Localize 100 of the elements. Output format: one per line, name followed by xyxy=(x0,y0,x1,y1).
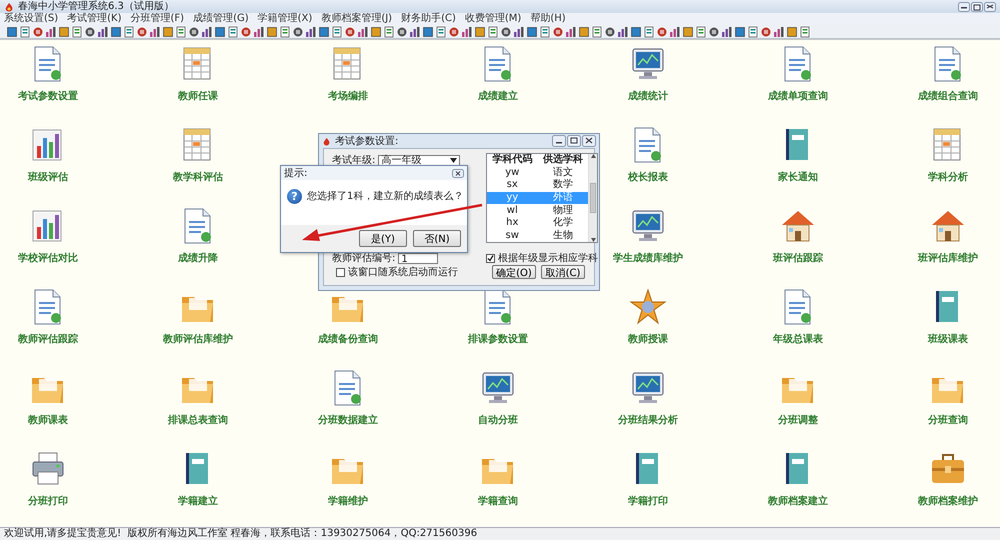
toolbar-button[interactable] xyxy=(604,26,616,38)
toolbar-button[interactable] xyxy=(708,26,720,38)
launcher-item[interactable]: 教师课表 xyxy=(28,369,68,427)
toolbar-button[interactable] xyxy=(292,26,304,38)
launcher-item[interactable]: 排课总表查询 xyxy=(168,369,228,427)
launcher-item[interactable]: 成绩升降 xyxy=(178,207,218,265)
list-row[interactable]: sw 生物 xyxy=(487,229,588,242)
launcher-item[interactable]: 班评估跟踪 xyxy=(773,207,823,265)
toolbar-button[interactable] xyxy=(19,26,31,38)
launcher-item[interactable]: 成绩建立 xyxy=(478,45,518,103)
toolbar-button[interactable] xyxy=(422,26,434,38)
toolbar-button[interactable] xyxy=(773,26,785,38)
list-row[interactable]: hx 化学 xyxy=(487,216,588,230)
toolbar-button[interactable] xyxy=(84,26,96,38)
toolbar-button[interactable] xyxy=(734,26,746,38)
toolbar-button[interactable] xyxy=(279,26,291,38)
toolbar-button[interactable] xyxy=(110,26,122,38)
toolbar-button[interactable] xyxy=(539,26,551,38)
launcher-item[interactable]: 学科分析 xyxy=(928,126,968,184)
toolbar-button[interactable] xyxy=(656,26,668,38)
toolbar-button[interactable] xyxy=(591,26,603,38)
menu-item[interactable]: 收费管理(M) xyxy=(464,13,522,25)
launcher-item[interactable]: 成绩组合查询 xyxy=(918,45,978,103)
launcher-item[interactable]: 班级评估 xyxy=(28,126,68,184)
toolbar-button[interactable] xyxy=(383,26,395,38)
launcher-item[interactable]: 分班打印 xyxy=(28,450,68,508)
toolbar-button[interactable] xyxy=(214,26,226,38)
launcher-item[interactable]: 校长报表 xyxy=(628,126,668,184)
toolbar-button[interactable] xyxy=(370,26,382,38)
dialog-button[interactable]: 是(Y) xyxy=(359,230,407,247)
launcher-item[interactable]: 教师档案维护 xyxy=(918,450,978,508)
toolbar-button[interactable] xyxy=(565,26,577,38)
launcher-item[interactable]: 成绩单项查询 xyxy=(768,45,828,103)
launcher-item[interactable]: 教师授课 xyxy=(628,288,668,346)
dialog-button[interactable]: 取消(C) xyxy=(541,265,585,279)
launcher-item[interactable]: 学籍打印 xyxy=(628,450,668,508)
dialog-button[interactable]: 确定(O) xyxy=(492,265,536,279)
launcher-item[interactable]: 分班结果分析 xyxy=(618,369,678,427)
launcher-item[interactable]: 学生成绩库维护 xyxy=(613,207,683,265)
toolbar-button[interactable] xyxy=(474,26,486,38)
toolbar-button[interactable] xyxy=(669,26,681,38)
input-field[interactable]: 1 xyxy=(398,252,438,264)
launcher-item[interactable]: 学校评估对比 xyxy=(18,207,78,265)
toolbar-button[interactable] xyxy=(786,26,798,38)
subject-list[interactable]: 学科代码 供选学科 yw 语文 sx 数学 yy 外语 wl 物理 hx 化学 sw 生物 xyxy=(486,153,598,243)
list-row[interactable]: sx 数学 xyxy=(487,179,588,192)
toolbar-button[interactable] xyxy=(201,26,213,38)
menu-item[interactable]: 系统设置(S) xyxy=(4,13,58,25)
toolbar-button[interactable] xyxy=(357,26,369,38)
list-row[interactable]: yw 语文 xyxy=(487,166,588,180)
toolbar-button[interactable] xyxy=(695,26,707,38)
launcher-item[interactable]: 教师评估跟踪 xyxy=(18,288,78,346)
launcher-item[interactable]: 考试参数设置 xyxy=(18,45,78,103)
launcher-item[interactable]: 班评估库维护 xyxy=(918,207,978,265)
toolbar-button[interactable] xyxy=(682,26,694,38)
launcher-item[interactable]: 考场编排 xyxy=(328,45,368,103)
grade-dropdown[interactable]: 高一年级 xyxy=(378,154,460,166)
menu-item[interactable]: 考试管理(K) xyxy=(67,13,122,25)
toolbar-button[interactable] xyxy=(552,26,564,38)
toolbar-button[interactable] xyxy=(747,26,759,38)
menu-item[interactable]: 学籍管理(X) xyxy=(258,13,312,25)
toolbar-button[interactable] xyxy=(71,26,83,38)
launcher-item[interactable]: 分班调整 xyxy=(778,369,818,427)
toolbar-button[interactable] xyxy=(630,26,642,38)
toolbar-button[interactable] xyxy=(240,26,252,38)
toolbar-button[interactable] xyxy=(721,26,733,38)
checkbox[interactable] xyxy=(486,254,495,262)
launcher-item[interactable]: 成绩统计 xyxy=(628,45,668,103)
toolbar-button[interactable] xyxy=(123,26,135,38)
toolbar-button[interactable] xyxy=(617,26,629,38)
launcher-item[interactable]: 年级总课表 xyxy=(773,288,823,346)
toolbar-button[interactable] xyxy=(266,26,278,38)
toolbar-button[interactable] xyxy=(513,26,525,38)
toolbar-button[interactable] xyxy=(149,26,161,38)
toolbar-button[interactable] xyxy=(643,26,655,38)
toolbar-button[interactable] xyxy=(344,26,356,38)
launcher-item[interactable]: 教学科评估 xyxy=(173,126,223,184)
toolbar-button[interactable] xyxy=(253,26,265,38)
launcher-item[interactable]: 班级课表 xyxy=(928,288,968,346)
launcher-item[interactable]: 家长通知 xyxy=(778,126,818,184)
toolbar-button[interactable] xyxy=(526,26,538,38)
toolbar-button[interactable] xyxy=(799,26,811,38)
toolbar-button[interactable] xyxy=(461,26,473,38)
launcher-item[interactable]: 教师评估库维护 xyxy=(163,288,233,346)
toolbar-button[interactable] xyxy=(58,26,70,38)
menu-item[interactable]: 帮助(H) xyxy=(530,13,566,25)
launcher-item[interactable]: 教师任课 xyxy=(178,45,218,103)
toolbar-button[interactable] xyxy=(396,26,408,38)
toolbar-button[interactable] xyxy=(227,26,239,38)
toolbar-button[interactable] xyxy=(32,26,44,38)
launcher-item[interactable]: 学籍维护 xyxy=(328,450,368,508)
toolbar-button[interactable] xyxy=(435,26,447,38)
launcher-item[interactable]: 自动分班 xyxy=(478,369,518,427)
toolbar-button[interactable] xyxy=(6,26,18,38)
menu-item[interactable]: 教师档案管理(J) xyxy=(321,13,392,25)
launcher-item[interactable]: 学籍建立 xyxy=(178,450,218,508)
toolbar-button[interactable] xyxy=(162,26,174,38)
toolbar-button[interactable] xyxy=(409,26,421,38)
toolbar-button[interactable] xyxy=(175,26,187,38)
toolbar-button[interactable] xyxy=(487,26,499,38)
